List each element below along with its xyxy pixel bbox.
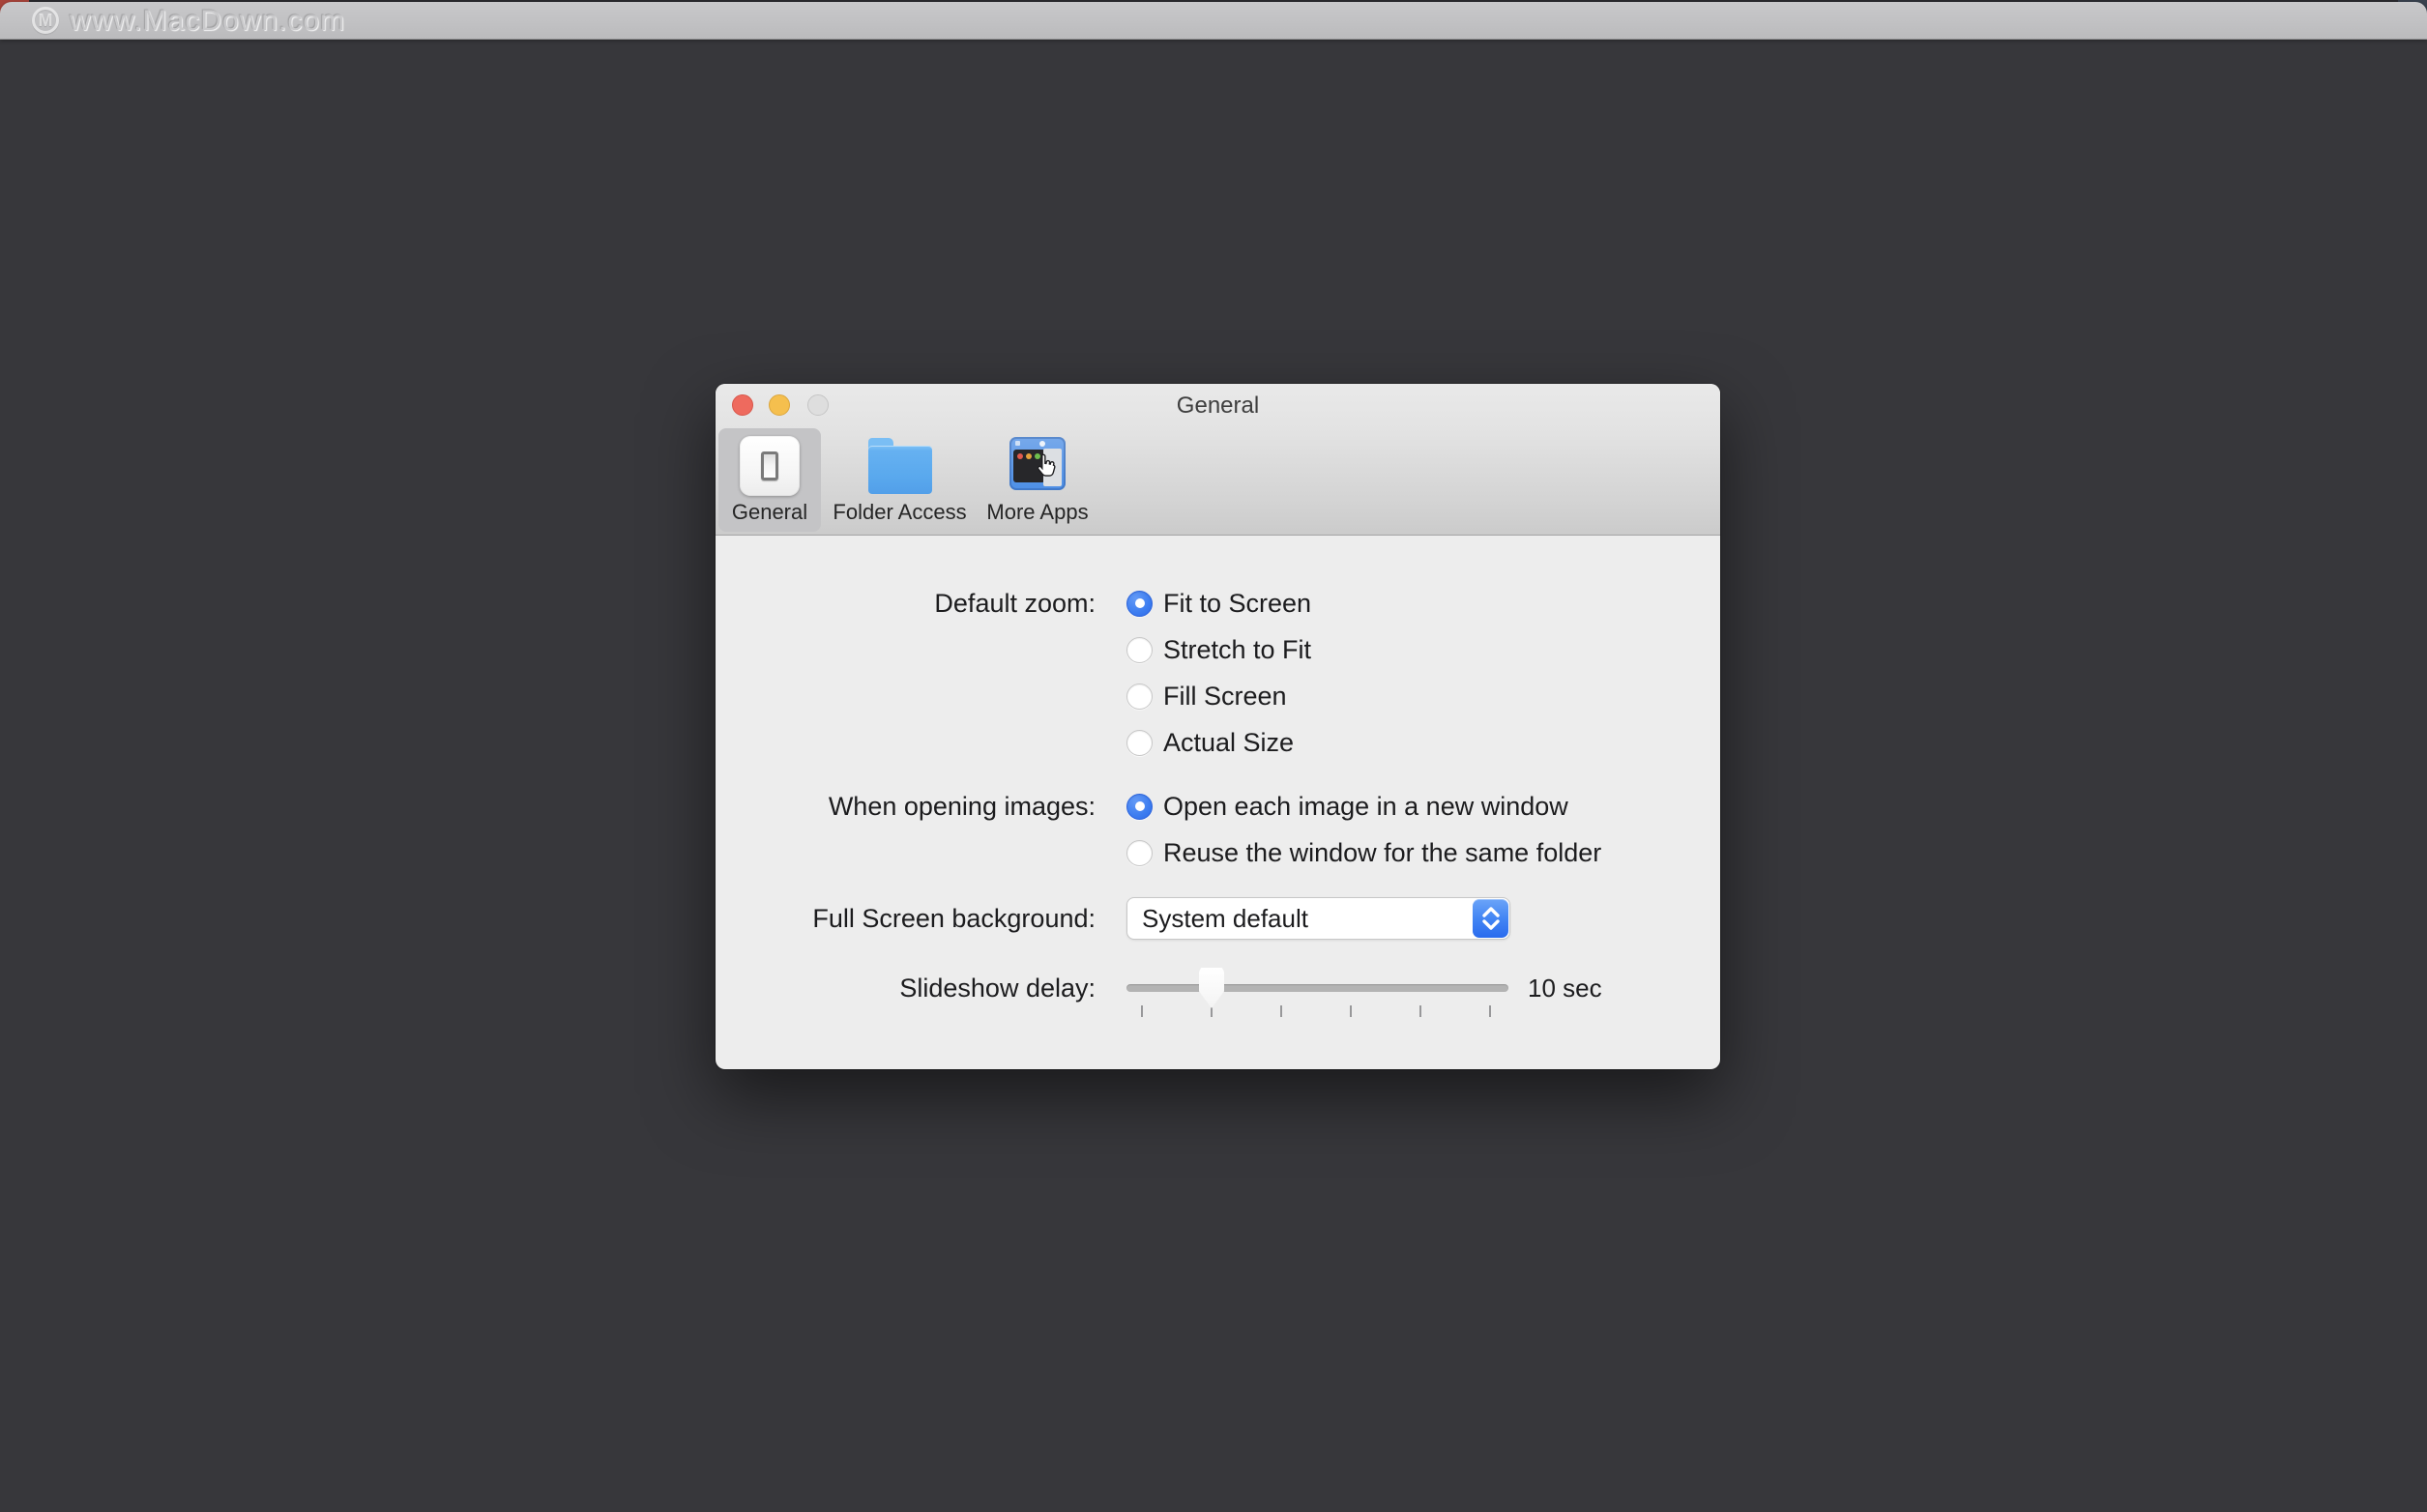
watermark-text: www.MacDown.com	[70, 6, 345, 37]
folder-icon	[868, 446, 932, 494]
switch-toggle-shape	[761, 451, 778, 480]
radio-option-fill-screen[interactable]: Fill Screen	[1126, 680, 1287, 712]
radio-label: Open each image in a new window	[1163, 792, 1568, 822]
toolbar-tab-label: General	[732, 500, 807, 525]
radio-label: Stretch to Fit	[1163, 635, 1311, 665]
radio-option-reuse-window[interactable]: Reuse the window for the same folder	[1126, 836, 1601, 869]
macdown-logo-icon: M	[32, 7, 59, 34]
fullscreen-background-label: Full Screen background:	[716, 902, 1096, 935]
toolbar-tab-more-apps[interactable]: More Apps	[984, 428, 1091, 532]
slider-value-label: 10 sec	[1528, 972, 1602, 1004]
radio-button[interactable]	[1126, 591, 1153, 617]
preferences-window: General General Folder Access	[716, 384, 1720, 1069]
slider-tick	[1419, 1005, 1421, 1017]
toolbar-tab-folder-access[interactable]: Folder Access	[829, 428, 971, 532]
slider-tick	[1489, 1005, 1491, 1017]
switch-icon	[740, 436, 800, 496]
default-zoom-label: Default zoom:	[716, 587, 1096, 620]
slideshow-delay-slider-track[interactable]	[1126, 984, 1508, 992]
toolbar-tab-general[interactable]: General	[718, 428, 821, 532]
radio-label: Reuse the window for the same folder	[1163, 838, 1601, 868]
fullscreen-background-select[interactable]: System default	[1126, 897, 1510, 940]
slider-tick	[1141, 1005, 1143, 1017]
radio-option-fit-to-screen[interactable]: Fit to Screen	[1126, 587, 1311, 620]
radio-option-stretch-to-fit[interactable]: Stretch to Fit	[1126, 633, 1311, 666]
title-bar: General General Folder Access	[716, 384, 1720, 536]
radio-option-new-window[interactable]: Open each image in a new window	[1126, 790, 1568, 823]
hand-cursor-icon	[1033, 452, 1060, 480]
radio-button[interactable]	[1126, 683, 1153, 710]
select-stepper-button[interactable]	[1473, 899, 1508, 938]
opening-images-label: When opening images:	[716, 790, 1096, 823]
window-title: General	[716, 393, 1720, 420]
slider-thumb[interactable]	[1199, 968, 1224, 1008]
radio-label: Actual Size	[1163, 728, 1294, 758]
chevron-down-icon	[1481, 918, 1501, 932]
toolbar-tab-label: More Apps	[986, 500, 1088, 525]
chevron-up-icon	[1481, 905, 1501, 918]
slider-tick	[1350, 1005, 1352, 1017]
radio-button[interactable]	[1126, 794, 1153, 820]
slider-tick	[1280, 1005, 1282, 1017]
toolbar-tab-label: Folder Access	[833, 500, 966, 525]
desktop: M www.MacDown.com General General Folder	[0, 0, 2427, 1512]
radio-label: Fit to Screen	[1163, 589, 1311, 619]
radio-button[interactable]	[1126, 730, 1153, 756]
radio-button[interactable]	[1126, 840, 1153, 866]
radio-button[interactable]	[1126, 637, 1153, 663]
radio-label: Fill Screen	[1163, 682, 1287, 712]
slideshow-delay-label: Slideshow delay:	[716, 972, 1096, 1004]
app-window-icon	[1009, 437, 1066, 490]
menu-bar: M www.MacDown.com	[0, 2, 2427, 40]
select-value: System default	[1142, 898, 1308, 939]
radio-option-actual-size[interactable]: Actual Size	[1126, 726, 1294, 759]
